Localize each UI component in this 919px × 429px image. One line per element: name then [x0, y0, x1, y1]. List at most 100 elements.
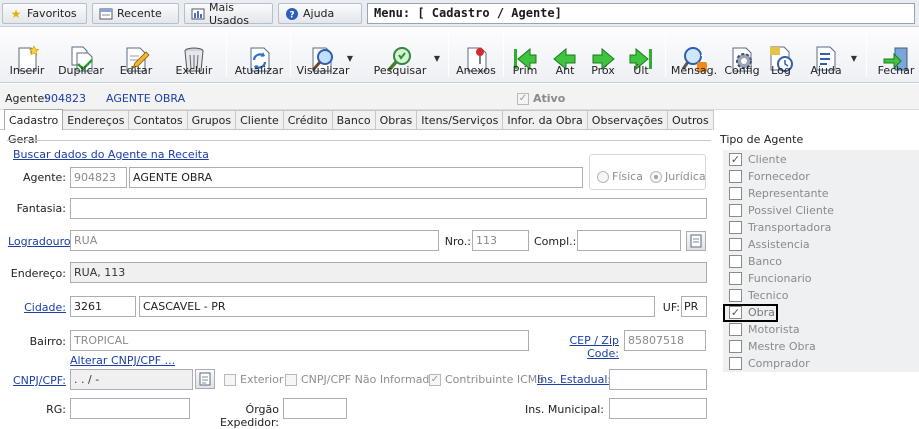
mais-usados-button[interactable]: Mais Usados — [184, 0, 273, 27]
ins-estadual-field[interactable] — [609, 369, 707, 390]
checkbox-empty-icon — [729, 357, 742, 370]
orgao-expedidor-field[interactable] — [283, 398, 347, 419]
tipo-agente-item-possivel-cliente[interactable]: Possivel Cliente — [729, 204, 834, 217]
tipo-agente-item-banco[interactable]: Banco — [729, 255, 782, 268]
alterar-cnpj-link[interactable]: Alterar CNPJ/CPF ... — [70, 354, 175, 367]
checkbox-empty-icon — [729, 323, 742, 336]
ultimo-button[interactable]: Últ — [626, 30, 656, 80]
visualizar-button[interactable]: Visualizar ▼ — [297, 30, 353, 80]
ins-estadual-link[interactable]: Ins. Estadual: — [537, 373, 611, 386]
tipo-agente-item-assistencia[interactable]: Assistencia — [729, 238, 810, 251]
tab-obras[interactable]: Obras — [374, 110, 418, 130]
cep-link[interactable]: CEP / Zip Code: — [539, 334, 619, 360]
juridica-radio[interactable]: Jurídica — [650, 170, 706, 183]
checkbox-empty-icon — [729, 170, 742, 183]
tipo-agente-item-representante[interactable]: Representante — [729, 187, 829, 200]
tipo-agente-item-motorista[interactable]: Motorista — [729, 323, 800, 336]
tab-outros[interactable]: Outros — [667, 110, 714, 130]
log-label: Log — [771, 64, 791, 77]
uf-field[interactable]: PR — [681, 296, 707, 317]
tipo-agente-item-comprador[interactable]: Comprador — [729, 357, 810, 370]
chevron-down-icon[interactable]: ▼ — [434, 54, 440, 63]
tab-divider — [0, 129, 712, 130]
tipo-agente-item-tecnico[interactable]: Tecnico — [729, 289, 788, 302]
anexos-button[interactable]: Anexos — [456, 30, 496, 80]
agente-code-field[interactable]: 904823 — [70, 167, 127, 188]
bairro-field[interactable]: TROPICAL — [70, 330, 529, 351]
primeiro-button[interactable]: Prim — [510, 30, 540, 80]
tipo-agente-item-transportadora[interactable]: Transportadora — [729, 221, 831, 234]
ajuda-top-button[interactable]: ? Ajuda — [278, 3, 362, 24]
tipo-agente-item-label: Motorista — [748, 323, 800, 336]
tab-cadastro[interactable]: Cadastro — [4, 109, 64, 130]
ins-municipal-label: Ins. Municipal: — [524, 403, 604, 416]
nro-label: Nro.: — [444, 235, 471, 248]
tipo-agente-item-label: Tecnico — [748, 289, 789, 302]
tipo-agente-item-label: Funcionario — [748, 272, 812, 285]
fantasia-field[interactable] — [70, 198, 707, 219]
checkbox-empty-icon — [729, 255, 742, 268]
tipo-agente-item-cliente[interactable]: ✓ Cliente — [729, 153, 787, 166]
inserir-button[interactable]: Inserir — [6, 30, 48, 80]
tab-observacoes[interactable]: Observações — [586, 110, 668, 130]
buscar-receita-link[interactable]: Buscar dados do Agente na Receita — [13, 148, 209, 161]
mais-usados-label: Mais Usados — [209, 0, 249, 27]
duplicar-button[interactable]: Duplicar — [57, 30, 105, 80]
uf-label: UF: — [662, 301, 680, 314]
cidade-link[interactable]: Cidade: — [8, 301, 66, 314]
editar-button[interactable]: Editar — [115, 30, 157, 80]
recent-icon — [99, 7, 113, 21]
atualizar-label: Atualizar — [234, 64, 284, 77]
tab-contatos[interactable]: Contatos — [128, 110, 188, 130]
pesquisar-button[interactable]: Pesquisar ▼ — [374, 30, 440, 80]
nao-informado-checkbox[interactable]: CNPJ/CPF Não Informado — [285, 373, 436, 386]
ativo-checkbox[interactable]: ✓ Ativo — [517, 92, 565, 105]
logradouro-field[interactable]: RUA — [70, 230, 439, 251]
mensagem-button[interactable]: Mensag. 1 — [671, 30, 717, 80]
fisica-radio[interactable]: Física — [597, 170, 643, 183]
tab-credito[interactable]: Crédito — [282, 110, 333, 130]
cidade-name-field[interactable]: CASCAVEL - PR — [139, 296, 655, 317]
cidade-code-field[interactable]: 3261 — [70, 296, 136, 317]
exterior-checkbox[interactable]: Exterior — [224, 373, 283, 386]
tipo-agente-item-mestre-obra[interactable]: Mestre Obra — [729, 340, 816, 353]
anterior-button[interactable]: Ant — [550, 30, 580, 80]
tab-strip: Cadastro Endereços Contatos Grupos Clien… — [4, 109, 714, 130]
tab-itens-servicos[interactable]: Itens/Serviços — [416, 110, 504, 130]
tipo-agente-item-label: Mestre Obra — [748, 340, 816, 353]
favorites-bar: ★ Favoritos Recente Mais Usados ? Ajuda … — [0, 0, 919, 27]
chevron-down-icon[interactable]: ▼ — [851, 54, 857, 63]
ajuda-toolbar-button[interactable]: Ajuda ▼ — [807, 30, 857, 80]
excluir-button[interactable]: Excluir — [172, 30, 216, 80]
tab-infor-obra[interactable]: Infor. da Obra — [502, 110, 588, 130]
ins-municipal-field[interactable] — [609, 398, 707, 419]
toolbar-separator — [503, 33, 504, 77]
tab-banco[interactable]: Banco — [331, 110, 376, 130]
favoritos-button[interactable]: ★ Favoritos — [2, 3, 87, 24]
cep-field[interactable]: 85807518 — [624, 330, 706, 351]
tipo-agente-item-funcionario[interactable]: Funcionario — [729, 272, 812, 285]
config-button[interactable]: Config — [724, 30, 760, 80]
fechar-button[interactable]: Fechar — [876, 30, 916, 80]
tipo-agente-item-label: Comprador — [748, 357, 810, 370]
tipo-agente-item-label: Assistencia — [748, 238, 810, 251]
tab-enderecos[interactable]: Endereços — [62, 110, 130, 130]
log-button[interactable]: Log — [764, 30, 798, 80]
cnpj-lookup-button[interactable] — [195, 369, 215, 389]
proximo-button[interactable]: Próx — [588, 30, 618, 80]
nro-field[interactable]: 113 — [472, 230, 529, 251]
agente-name-field[interactable]: AGENTE OBRA — [129, 167, 583, 188]
tab-grupos[interactable]: Grupos — [186, 110, 237, 130]
chevron-down-icon[interactable]: ▼ — [347, 54, 353, 63]
rg-field[interactable] — [70, 398, 190, 419]
compl-field[interactable] — [577, 230, 681, 251]
tab-cliente[interactable]: Cliente — [235, 110, 284, 130]
cnpj-field: . . / - — [70, 369, 193, 390]
logradouro-link[interactable]: Logradouro: — [8, 235, 74, 248]
contribuinte-checkbox[interactable]: ✓ Contribuinte ICMS — [429, 373, 544, 386]
lookup-button[interactable] — [686, 231, 706, 251]
tipo-agente-item-fornecedor[interactable]: Fornecedor — [729, 170, 810, 183]
cnpj-link[interactable]: CNPJ/CPF: — [8, 374, 66, 387]
atualizar-button[interactable]: Atualizar — [235, 30, 283, 80]
recente-button[interactable]: Recente — [92, 3, 179, 24]
